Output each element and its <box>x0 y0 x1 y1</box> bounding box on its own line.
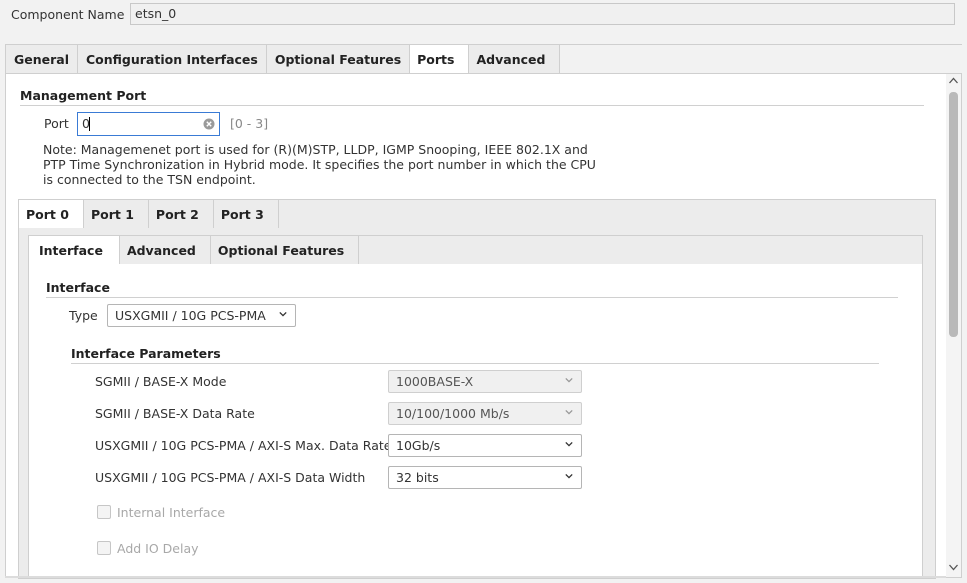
usxgmii-data-width-value: 32 bits <box>396 470 439 485</box>
management-note-line-2: PTP Time Synchronization in Hybrid mode.… <box>43 157 596 172</box>
sgmii-data-rate-select[interactable]: 10/100/1000 Mb/s <box>388 402 582 425</box>
tab-configuration-interfaces[interactable]: Configuration Interfaces <box>78 45 267 73</box>
tab-port-advanced[interactable]: Advanced <box>119 236 211 264</box>
usxgmii-data-width-label: USXGMII / 10G PCS-PMA / AXI-S Data Width <box>95 470 366 485</box>
port-tab-bar: Port 0 Port 1 Port 2 Port 3 <box>19 200 279 228</box>
chevron-down-icon <box>565 441 573 447</box>
add-io-delay-label: Add IO Delay <box>117 541 199 556</box>
usxgmii-max-data-rate-value: 10Gb/s <box>396 438 441 453</box>
type-select[interactable]: USXGMII / 10G PCS-PMA <box>107 304 296 327</box>
management-note-line-1: Note: Managemenet port is used for (R)(M… <box>43 142 588 157</box>
interface-parameters-title: Interface Parameters <box>71 346 221 361</box>
type-label: Type <box>69 308 98 323</box>
chevron-down-icon <box>279 311 287 317</box>
tab-general[interactable]: General <box>6 45 78 73</box>
tab-port-optional-features[interactable]: Optional Features <box>210 236 360 264</box>
tab-port-1[interactable]: Port 1 <box>83 200 149 228</box>
sgmii-data-rate-value: 10/100/1000 Mb/s <box>396 406 510 421</box>
chevron-down-icon <box>565 473 573 479</box>
add-io-delay-checkbox[interactable] <box>97 541 111 555</box>
main-tab-bar: General Configuration Interfaces Optiona… <box>5 45 561 73</box>
usxgmii-max-data-rate-select[interactable]: 10Gb/s <box>388 434 582 457</box>
management-note-line-3: is connected to the TSN endpoint. <box>43 172 256 187</box>
scroll-up-arrow-icon[interactable] <box>949 77 958 84</box>
tab-interface[interactable]: Interface <box>29 236 120 264</box>
management-port-title: Management Port <box>20 88 147 103</box>
component-name-value: etsn_0 <box>135 6 177 21</box>
tab-port-0[interactable]: Port 0 <box>19 200 84 228</box>
scroll-thumb[interactable] <box>949 92 958 337</box>
sub-tab-bar: Interface Advanced Optional Features <box>29 236 360 264</box>
port-input[interactable]: 0 <box>77 112 220 136</box>
tab-ports[interactable]: Ports <box>410 45 470 73</box>
component-name-field[interactable]: etsn_0 <box>130 3 955 25</box>
component-name-label: Component Name <box>11 7 125 22</box>
usxgmii-data-width-select[interactable]: 32 bits <box>388 466 582 489</box>
vertical-scrollbar[interactable] <box>946 74 961 577</box>
internal-interface-checkbox[interactable] <box>97 505 111 519</box>
sgmii-mode-label: SGMII / BASE-X Mode <box>95 374 227 389</box>
sgmii-mode-value: 1000BASE-X <box>396 374 474 389</box>
type-select-value: USXGMII / 10G PCS-PMA <box>115 308 266 323</box>
usxgmii-max-data-rate-label: USXGMII / 10G PCS-PMA / AXI-S Max. Data … <box>95 438 392 453</box>
scroll-down-arrow-icon[interactable] <box>949 564 958 571</box>
port-range-hint: [0 - 3] <box>230 116 269 131</box>
chevron-down-icon <box>565 377 573 383</box>
chevron-down-icon <box>565 409 573 415</box>
sgmii-data-rate-label: SGMII / BASE-X Data Rate <box>95 406 255 421</box>
sgmii-mode-select[interactable]: 1000BASE-X <box>388 370 582 393</box>
clear-icon[interactable] <box>203 118 215 130</box>
tab-port-2[interactable]: Port 2 <box>148 200 214 228</box>
port-label: Port <box>44 116 69 131</box>
tab-optional-features[interactable]: Optional Features <box>266 45 411 73</box>
internal-interface-label: Internal Interface <box>117 505 226 520</box>
interface-title: Interface <box>46 280 110 295</box>
tab-port-3[interactable]: Port 3 <box>213 200 279 228</box>
tab-advanced[interactable]: Advanced <box>469 45 561 73</box>
